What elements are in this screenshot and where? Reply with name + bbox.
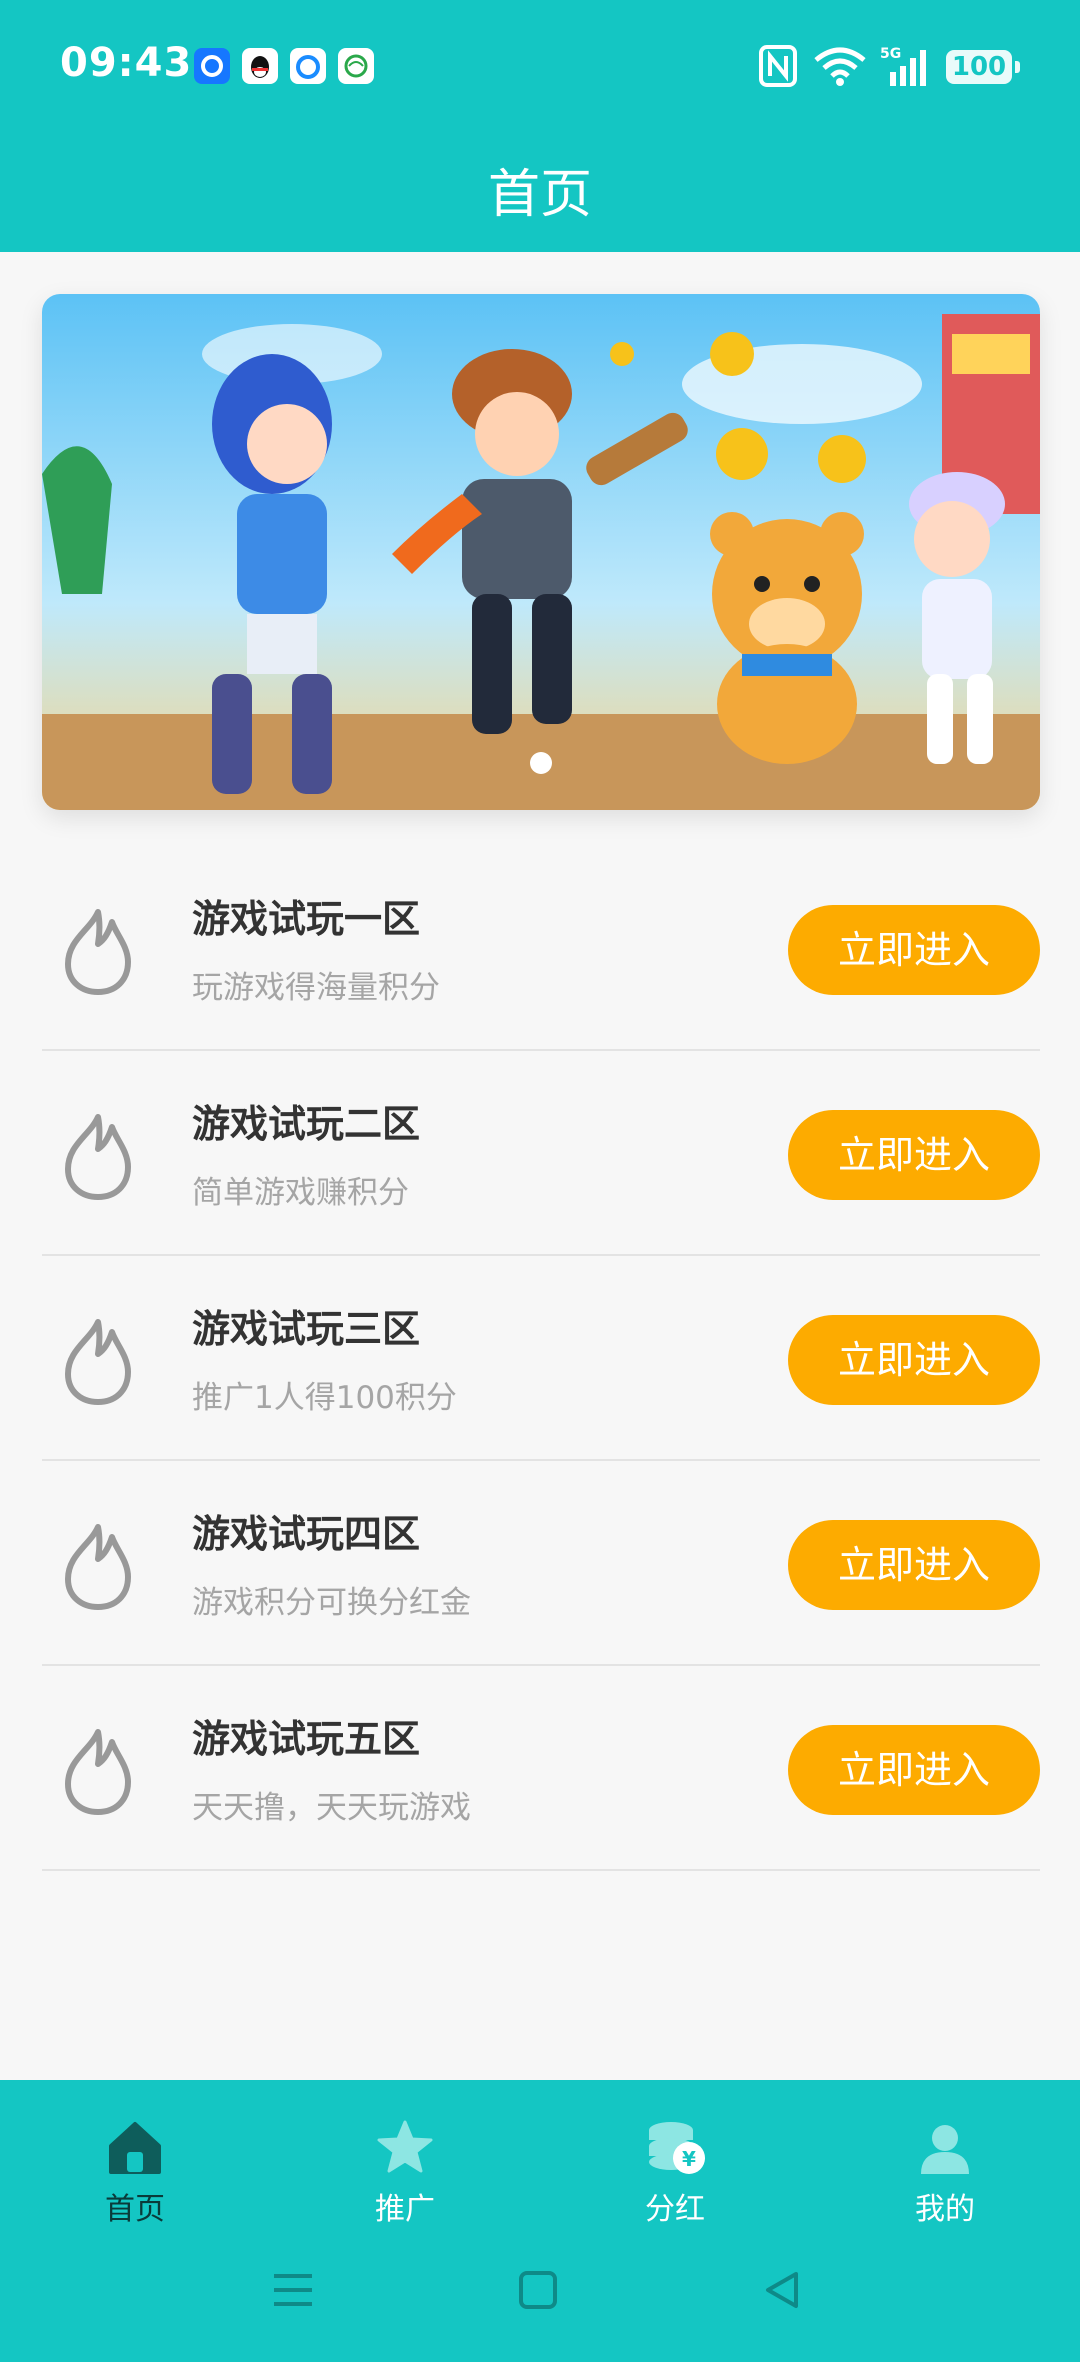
list-item: 游戏试玩一区 玩游戏得海量积分 立即进入 bbox=[42, 846, 1040, 1051]
carrier-notification-icon bbox=[338, 48, 374, 84]
list-item: 游戏试玩五区 天天撸，天天玩游戏 立即进入 bbox=[42, 1666, 1040, 1871]
browser-notification-icon bbox=[290, 48, 326, 84]
game-zone-list: 游戏试玩一区 玩游戏得海量积分 立即进入 游戏试玩二区 简单游戏赚积分 立即进入… bbox=[42, 846, 1040, 1871]
bottom-tab-bar: 首页 推广 ¥ 分红 我的 bbox=[0, 2080, 1080, 2362]
zone-name: 游戏试玩二区 bbox=[192, 1102, 421, 1146]
nfc-icon bbox=[759, 45, 797, 87]
fire-icon bbox=[65, 1319, 131, 1405]
tab-label: 首页 bbox=[105, 2192, 165, 2227]
list-item: 游戏试玩四区 游戏积分可换分红金 立即进入 bbox=[42, 1461, 1040, 1666]
signal-5g-icon: 5G bbox=[880, 46, 926, 86]
banner-illustration bbox=[42, 294, 1040, 810]
enter-button[interactable]: 立即进入 bbox=[788, 1520, 1040, 1610]
coins-yuan-icon: ¥ bbox=[649, 2122, 705, 2174]
carousel-indicator-dot[interactable] bbox=[530, 752, 552, 774]
wifi-icon bbox=[814, 47, 866, 86]
fire-icon bbox=[65, 1114, 131, 1200]
list-item: 游戏试玩二区 简单游戏赚积分 立即进入 bbox=[42, 1051, 1040, 1256]
app-header: 首页 bbox=[0, 130, 1080, 252]
zone-description: 玩游戏得海量积分 bbox=[192, 970, 440, 1006]
tab-label: 分红 bbox=[645, 2192, 705, 2227]
enter-button[interactable]: 立即进入 bbox=[788, 905, 1040, 995]
tab-label: 推广 bbox=[375, 2192, 435, 2227]
status-time: 09:43 bbox=[60, 40, 193, 86]
menu-nav-icon[interactable] bbox=[272, 2270, 314, 2310]
back-nav-icon[interactable] bbox=[762, 2270, 802, 2310]
zone-description: 简单游戏赚积分 bbox=[192, 1175, 409, 1211]
enter-button[interactable]: 立即进入 bbox=[788, 1315, 1040, 1405]
fire-icon bbox=[65, 909, 131, 995]
fire-icon bbox=[65, 1729, 131, 1815]
list-item: 游戏试玩三区 推广1人得100积分 立即进入 bbox=[42, 1256, 1040, 1461]
svg-text:5G: 5G bbox=[880, 46, 901, 62]
enter-button[interactable]: 立即进入 bbox=[788, 1725, 1040, 1815]
battery-indicator: 100 bbox=[946, 50, 1020, 84]
home-icon bbox=[109, 2122, 161, 2174]
banner-carousel[interactable] bbox=[42, 294, 1040, 810]
zone-name: 游戏试玩一区 bbox=[192, 897, 421, 941]
zone-name: 游戏试玩五区 bbox=[192, 1717, 421, 1761]
tab-home[interactable]: 首页 bbox=[35, 2098, 235, 2248]
zone-description: 推广1人得100积分 bbox=[192, 1380, 457, 1416]
zone-name: 游戏试玩四区 bbox=[192, 1512, 421, 1556]
zone-description: 游戏积分可换分红金 bbox=[192, 1585, 471, 1621]
tab-dividend[interactable]: ¥ 分红 bbox=[575, 2098, 775, 2248]
user-icon bbox=[921, 2125, 969, 2174]
home-nav-icon[interactable] bbox=[518, 2270, 558, 2310]
svg-text:¥: ¥ bbox=[682, 2147, 696, 2171]
qq-notification-icon bbox=[242, 48, 278, 84]
tab-label: 我的 bbox=[915, 2192, 975, 2227]
page-title: 首页 bbox=[487, 165, 592, 225]
star-icon bbox=[377, 2120, 433, 2173]
tab-mine[interactable]: 我的 bbox=[845, 2098, 1045, 2248]
fire-icon bbox=[65, 1524, 131, 1610]
zone-name: 游戏试玩三区 bbox=[192, 1307, 421, 1351]
enter-button[interactable]: 立即进入 bbox=[788, 1110, 1040, 1200]
status-bar: 09:43 5G 100 bbox=[0, 0, 1080, 130]
zone-description: 天天撸，天天玩游戏 bbox=[192, 1790, 471, 1826]
app-notification-icon bbox=[194, 48, 230, 84]
tab-promote[interactable]: 推广 bbox=[305, 2098, 505, 2248]
